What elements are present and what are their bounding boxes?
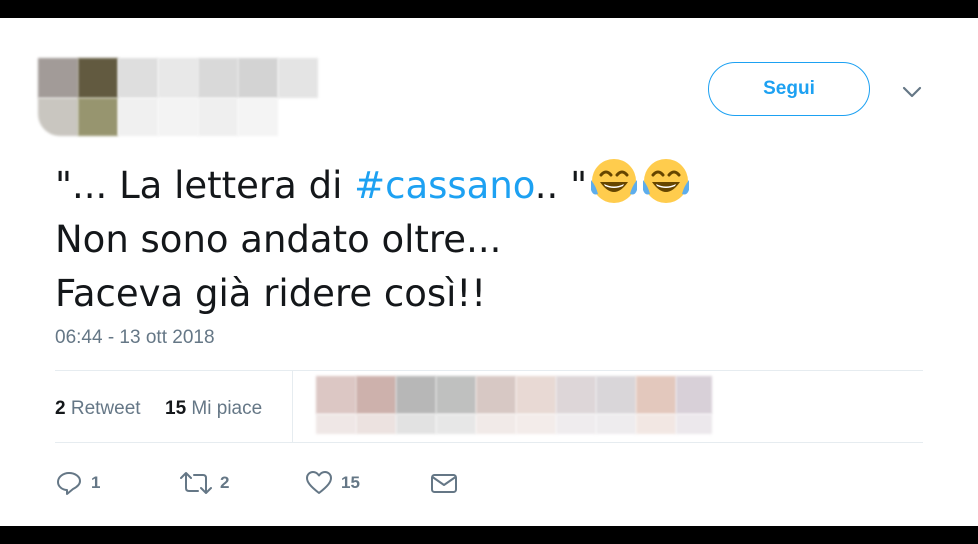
envelope-icon [430, 469, 458, 497]
divider-top [55, 370, 923, 371]
tweet-text: "... La lettera di #cassano.. " Non sono… [55, 156, 935, 321]
direct-message-button[interactable] [430, 469, 458, 497]
reply-icon [55, 469, 83, 497]
tweet-line-2: Non sono andato oltre... [55, 218, 502, 261]
retweets-stat[interactable]: 2 Retweet [55, 398, 141, 420]
avatar-obscured[interactable] [38, 58, 78, 98]
author-obscured[interactable] [38, 58, 318, 138]
reply-count: 1 [91, 473, 101, 492]
author-name-obscured [118, 58, 158, 98]
tweet-actions: 1 2 15 [55, 468, 458, 498]
hashtag-link[interactable]: #cassano [354, 164, 535, 207]
face-with-tears-of-joy-icon [641, 156, 691, 206]
like-button[interactable]: 15 [305, 469, 430, 497]
retweet-count: 2 [220, 473, 230, 492]
divider-bottom [55, 442, 923, 443]
follow-button[interactable]: Segui [708, 62, 870, 116]
like-count: 15 [341, 473, 360, 492]
reply-button[interactable]: 1 [55, 469, 180, 497]
likes-stat[interactable]: 15 Mi piace [165, 398, 262, 420]
chevron-down-icon[interactable] [900, 82, 924, 102]
tweet-line-1: "... La lettera di #cassano.. " [55, 156, 935, 213]
heart-icon [305, 469, 333, 497]
tweet-timestamp[interactable]: 06:44 - 13 ott 2018 [55, 327, 215, 349]
face-with-tears-of-joy-icon [589, 156, 639, 206]
tweet-card: Segui "... La lettera di #cassano.. " No… [0, 18, 978, 526]
tweet-line-3: Faceva già ridere così!! [55, 272, 487, 315]
divider-vertical [292, 370, 293, 442]
likers-avatars-obscured[interactable] [316, 376, 712, 436]
retweet-button[interactable]: 2 [180, 469, 305, 497]
retweet-icon [180, 469, 212, 497]
